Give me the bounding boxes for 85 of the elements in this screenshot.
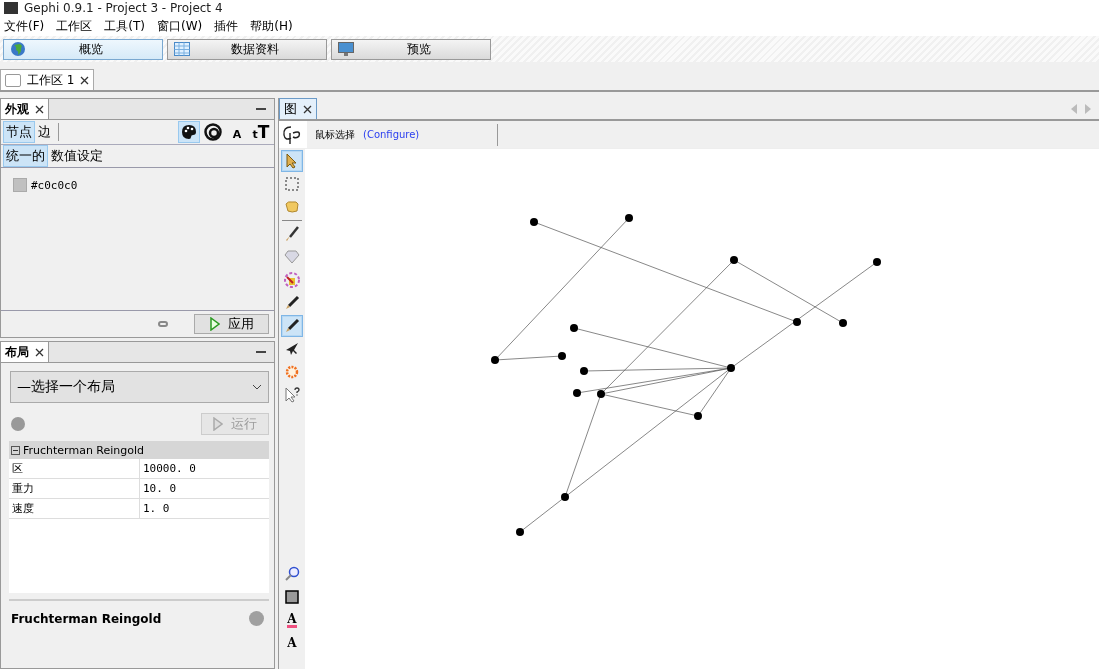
property-name: 重力 bbox=[11, 481, 35, 497]
zoom-icon bbox=[284, 566, 300, 582]
pencil-icon bbox=[284, 318, 300, 334]
chevron-down-icon bbox=[252, 384, 262, 390]
collapse-icon[interactable] bbox=[11, 445, 20, 455]
pointer-icon bbox=[285, 153, 299, 169]
pencil-icon bbox=[284, 295, 300, 311]
configure-link[interactable]: (Configure) bbox=[363, 129, 420, 140]
table-icon bbox=[174, 42, 190, 56]
perspective-button[interactable]: 数据资料 bbox=[167, 38, 327, 60]
perspective-button[interactable]: 预览 bbox=[331, 38, 491, 60]
description-title: Fruchterman Reingold bbox=[11, 611, 162, 626]
graph-node[interactable] bbox=[558, 352, 566, 360]
graph-node[interactable] bbox=[570, 324, 578, 332]
graph-node[interactable] bbox=[730, 256, 738, 264]
label-color-button[interactable]: A bbox=[226, 121, 248, 143]
apply-button[interactable]: 应用 bbox=[194, 314, 269, 334]
property-value[interactable]: 10. 0 bbox=[139, 479, 269, 498]
panel-tab[interactable]: 外观 bbox=[1, 99, 49, 119]
close-icon[interactable] bbox=[303, 104, 312, 114]
graph-node[interactable] bbox=[694, 412, 702, 420]
menu-item[interactable]: 文件(F) bbox=[4, 17, 45, 35]
square-icon bbox=[285, 590, 299, 604]
color-value: #c0c0c0 bbox=[31, 178, 78, 192]
palette-button[interactable] bbox=[178, 121, 200, 143]
menu-item[interactable]: 工具(T) bbox=[104, 17, 145, 35]
label-size-button[interactable]: tT bbox=[250, 121, 272, 143]
mode-tab[interactable]: 统一的 bbox=[3, 145, 48, 167]
size-button[interactable] bbox=[202, 121, 224, 143]
pointer-tool-button[interactable] bbox=[281, 150, 303, 172]
app-logo-icon bbox=[4, 2, 18, 14]
element-tab[interactable]: 边 bbox=[35, 121, 54, 143]
menu-item[interactable]: 窗口(W) bbox=[156, 17, 203, 35]
section-header: Fruchterman Reingold bbox=[23, 443, 145, 457]
graph-node[interactable] bbox=[573, 389, 581, 397]
menu-item[interactable]: 帮助(H) bbox=[250, 17, 293, 35]
label-size-tool-button[interactable]: A bbox=[281, 632, 303, 654]
element-tab[interactable]: 节点 bbox=[3, 121, 35, 143]
airplane-icon bbox=[284, 341, 300, 357]
graph-node[interactable] bbox=[727, 364, 735, 372]
monitor-icon bbox=[338, 41, 354, 57]
graph-tab[interactable]: 图 bbox=[279, 98, 317, 119]
graph-node[interactable] bbox=[839, 319, 847, 327]
layout-dropdown[interactable]: —选择一个布局 bbox=[10, 371, 269, 403]
graph-node[interactable] bbox=[491, 356, 499, 364]
painter-tool-button[interactable] bbox=[281, 269, 303, 291]
graph-node[interactable] bbox=[625, 214, 633, 222]
graph-node[interactable] bbox=[597, 390, 605, 398]
close-icon[interactable] bbox=[80, 75, 90, 85]
graph-node[interactable] bbox=[873, 258, 881, 266]
rings-icon bbox=[204, 123, 222, 141]
panel-tab[interactable]: 布局 bbox=[1, 342, 49, 362]
close-icon[interactable] bbox=[35, 104, 44, 114]
graph-node[interactable] bbox=[530, 218, 538, 226]
color-swatch[interactable] bbox=[13, 178, 27, 192]
tool-label: 鼠标选择 bbox=[315, 127, 355, 142]
diamond-icon bbox=[284, 250, 300, 264]
label-color-tool-button[interactable]: A bbox=[281, 609, 303, 631]
workspace-tab[interactable]: 工作区 1 bbox=[0, 69, 95, 90]
graph-node[interactable] bbox=[580, 367, 588, 375]
sun-icon bbox=[284, 364, 300, 380]
close-icon[interactable] bbox=[35, 347, 44, 357]
menu-item[interactable]: 插件 bbox=[214, 17, 239, 35]
brush-icon bbox=[284, 226, 300, 242]
link-icon[interactable] bbox=[158, 321, 168, 327]
property-value[interactable]: 1. 0 bbox=[139, 499, 269, 518]
graph-node[interactable] bbox=[561, 493, 569, 501]
pencil-tool-button[interactable] bbox=[281, 315, 303, 337]
help-pointer-icon bbox=[284, 387, 300, 403]
graph-node[interactable] bbox=[793, 318, 801, 326]
graph-node[interactable] bbox=[516, 528, 524, 536]
menu-item[interactable]: 工作区 bbox=[56, 17, 93, 35]
property-name: 区 bbox=[11, 461, 24, 477]
play-icon bbox=[213, 417, 223, 431]
globe-icon bbox=[10, 41, 26, 57]
color-wheel-icon bbox=[284, 272, 300, 288]
perspective-button[interactable]: 概览 bbox=[3, 38, 163, 60]
selection-rectangle-icon bbox=[284, 176, 300, 192]
palette-icon bbox=[181, 124, 197, 140]
property-name: 速度 bbox=[11, 501, 35, 517]
play-icon bbox=[209, 317, 220, 331]
hand-icon bbox=[284, 200, 300, 214]
mode-tab[interactable]: 数值设定 bbox=[48, 145, 106, 167]
window-title: Gephi 0.9.1 - Project 3 - Project 4 bbox=[24, 1, 223, 15]
property-value[interactable]: 10000. 0 bbox=[139, 459, 269, 478]
